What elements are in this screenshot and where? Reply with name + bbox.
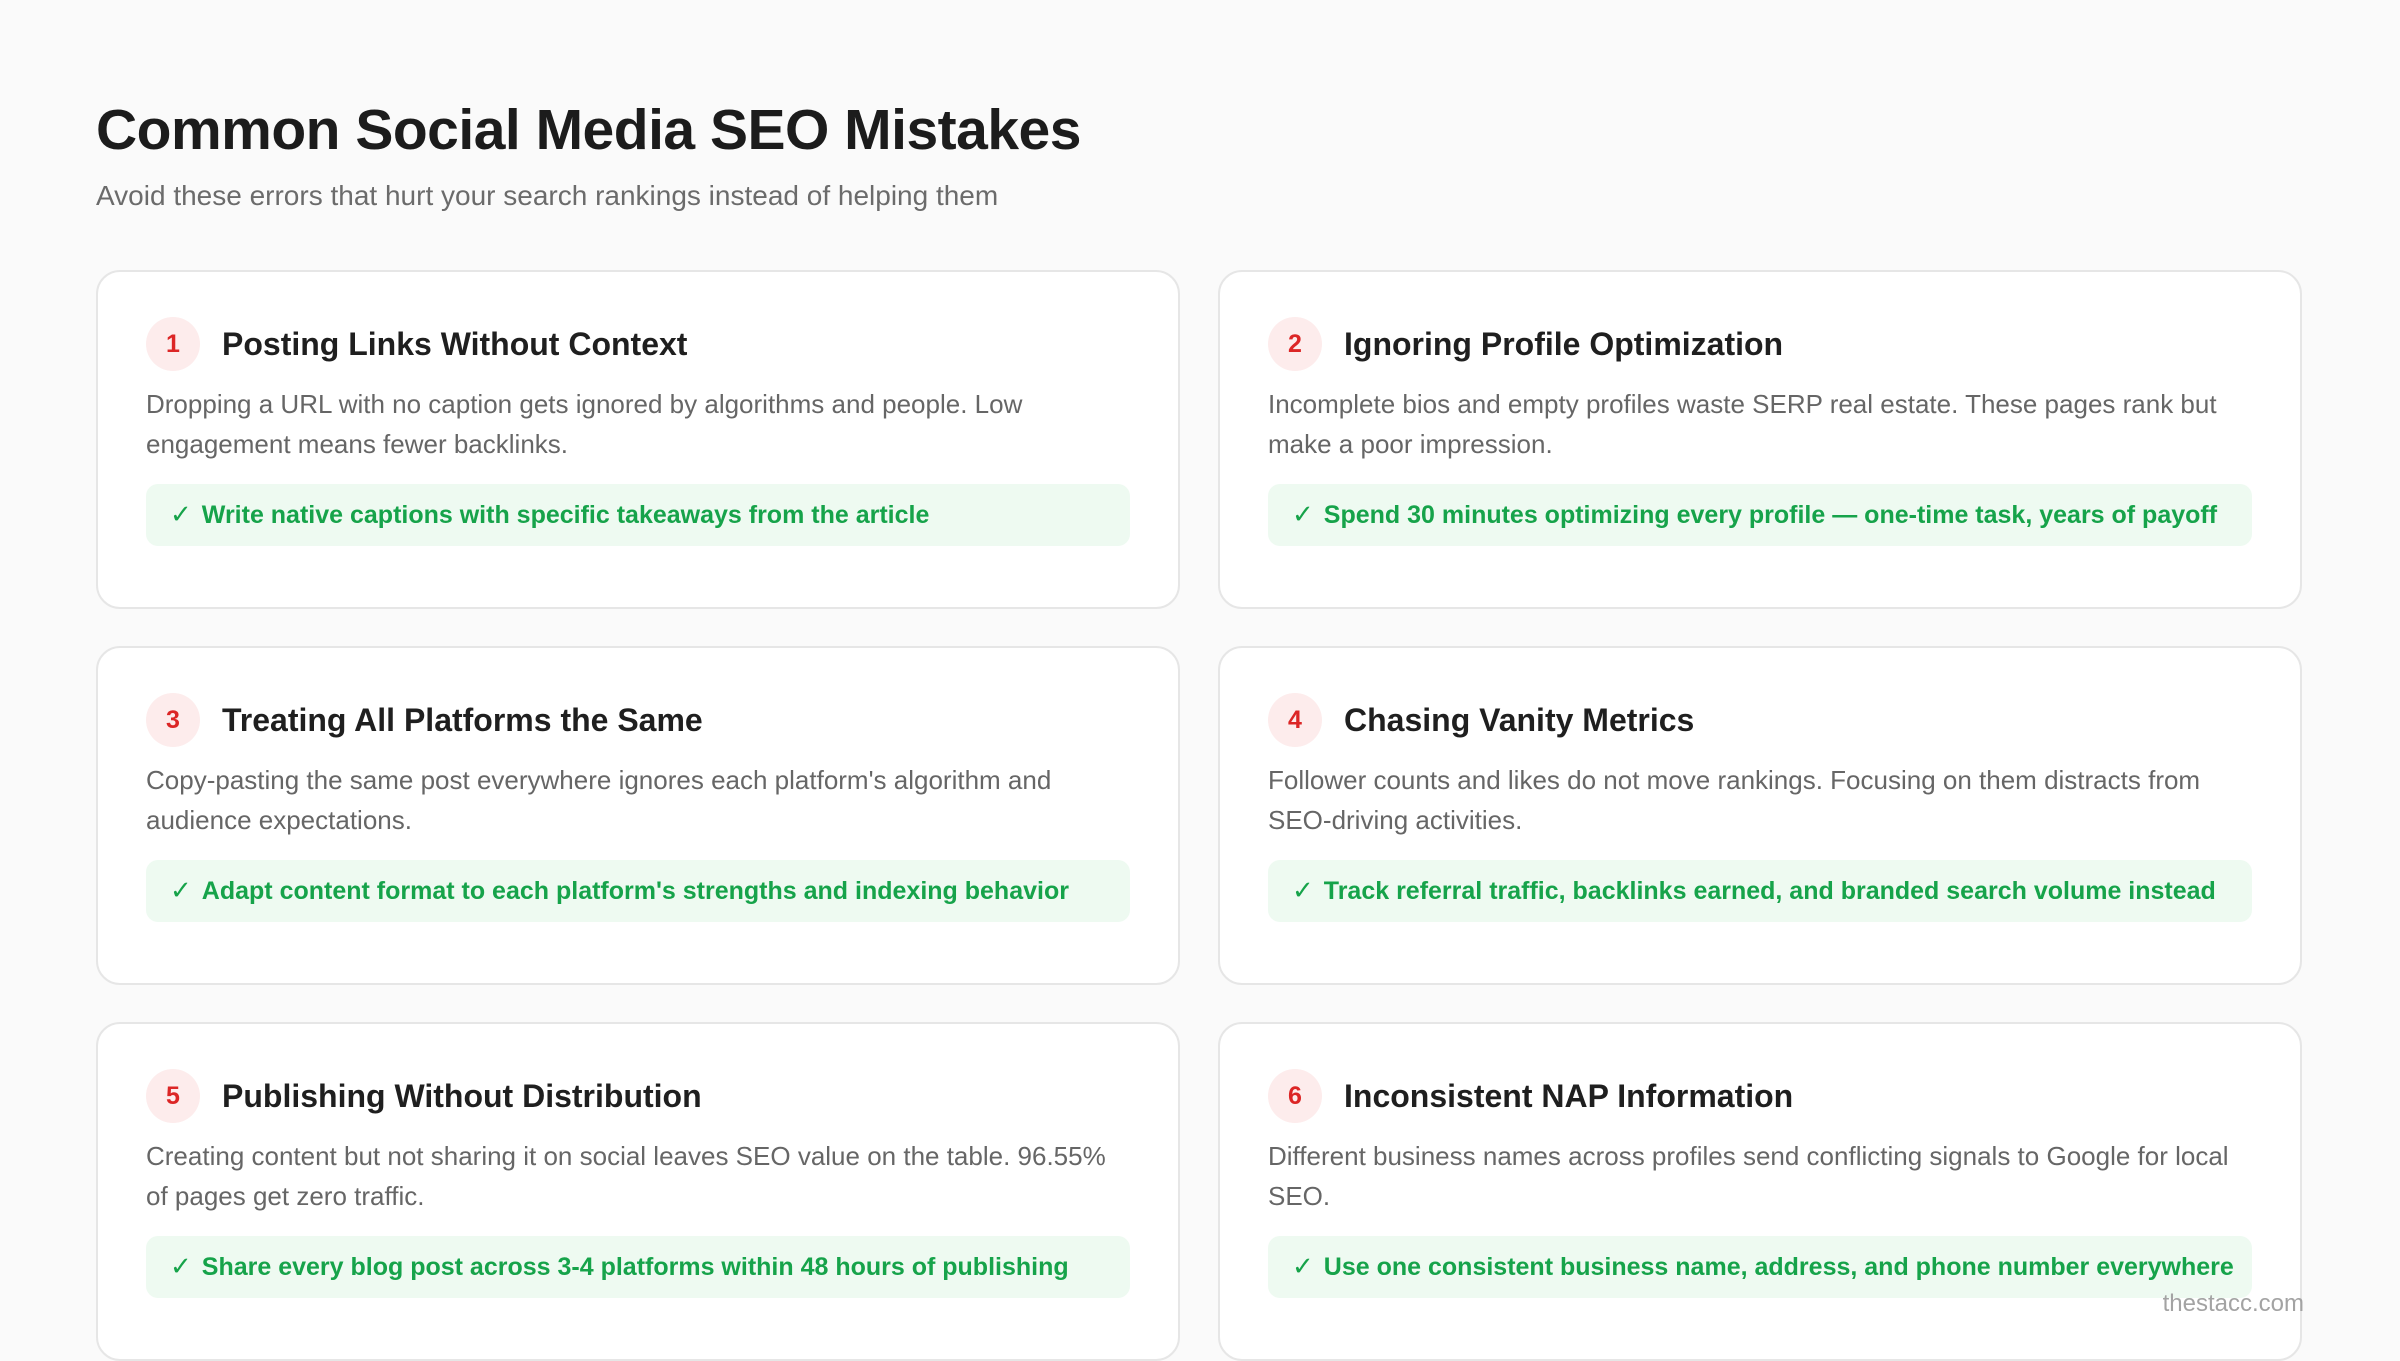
mistake-description: Different business names across profiles… — [1268, 1141, 2229, 1211]
fix-text: Spend 30 minutes optimizing every profil… — [1323, 500, 2218, 529]
mistake-number-badge: 1 — [146, 317, 200, 371]
fix-callout: ✓ Spend 30 minutes optimizing every prof… — [1268, 484, 2252, 546]
page-subtitle: Avoid these errors that hurt your search… — [96, 180, 999, 211]
mistake-card-1: 1 Posting Links Without Context Dropping… — [96, 270, 1180, 609]
fix-callout: ✓ Adapt content format to each platform'… — [146, 860, 1130, 922]
mistake-card-4: 4 Chasing Vanity Metrics Follower counts… — [1218, 646, 2302, 985]
mistake-number-badge: 4 — [1268, 693, 1322, 747]
check-icon: ✓ — [1292, 500, 1314, 530]
card-header: 3 Treating All Platforms the Same — [146, 692, 1130, 748]
fix-callout: ✓ Use one consistent business name, addr… — [1268, 1236, 2252, 1298]
mistake-number-badge: 6 — [1268, 1069, 1322, 1123]
mistake-card-5: 5 Publishing Without Distribution Creati… — [96, 1022, 1180, 1361]
mistake-description: Copy-pasting the same post everywhere ig… — [146, 765, 1052, 835]
card-header: 5 Publishing Without Distribution — [146, 1068, 1130, 1124]
fix-text: Track referral traffic, backlinks earned… — [1323, 876, 2216, 905]
check-icon: ✓ — [1292, 1252, 1314, 1282]
mistake-description: Creating content but not sharing it on s… — [146, 1141, 1106, 1211]
fix-callout: ✓ Track referral traffic, backlinks earn… — [1268, 860, 2252, 922]
fix-text: Share every blog post across 3-4 platfor… — [201, 1252, 1069, 1281]
fix-callout: ✓ Write native captions with specific ta… — [146, 484, 1130, 546]
mistake-title: Treating All Platforms the Same — [222, 701, 703, 738]
card-header: 6 Inconsistent NAP Information — [1268, 1068, 2252, 1124]
mistake-card-2: 2 Ignoring Profile Optimization Incomple… — [1218, 270, 2302, 609]
card-header: 2 Ignoring Profile Optimization — [1268, 316, 2252, 372]
page: Common Social Media SEO Mistakes Avoid t… — [96, 92, 2304, 1361]
fix-text: Write native captions with specific take… — [201, 500, 930, 529]
mistake-description: Dropping a URL with no caption gets igno… — [146, 389, 1023, 459]
mistake-card-6: 6 Inconsistent NAP Information Different… — [1218, 1022, 2302, 1361]
watermark: thestacc.com — [2162, 1290, 2304, 1317]
mistake-number-badge: 2 — [1268, 317, 1322, 371]
check-icon: ✓ — [170, 500, 192, 530]
mistake-number-badge: 3 — [146, 693, 200, 747]
check-icon: ✓ — [170, 876, 192, 906]
fix-callout: ✓ Share every blog post across 3-4 platf… — [146, 1236, 1130, 1298]
card-header: 1 Posting Links Without Context — [146, 316, 1130, 372]
check-icon: ✓ — [1292, 876, 1314, 906]
mistake-number-badge: 5 — [146, 1069, 200, 1123]
fix-text: Adapt content format to each platform's … — [201, 876, 1069, 905]
mistake-description: Follower counts and likes do not move ra… — [1268, 765, 2201, 835]
mistake-title: Posting Links Without Context — [222, 325, 688, 362]
page-title: Common Social Media SEO Mistakes — [96, 98, 1081, 162]
mistake-title: Publishing Without Distribution — [222, 1077, 702, 1114]
mistake-description: Incomplete bios and empty profiles waste… — [1268, 389, 2217, 459]
mistakes-grid: 1 Posting Links Without Context Dropping… — [96, 270, 2304, 1361]
fix-text: Use one consistent business name, addres… — [1323, 1252, 2234, 1281]
mistake-title: Inconsistent NAP Information — [1344, 1077, 1794, 1114]
mistake-title: Ignoring Profile Optimization — [1344, 325, 1784, 362]
mistake-card-3: 3 Treating All Platforms the Same Copy-p… — [96, 646, 1180, 985]
card-header: 4 Chasing Vanity Metrics — [1268, 692, 2252, 748]
mistake-title: Chasing Vanity Metrics — [1344, 701, 1695, 738]
check-icon: ✓ — [170, 1252, 192, 1282]
